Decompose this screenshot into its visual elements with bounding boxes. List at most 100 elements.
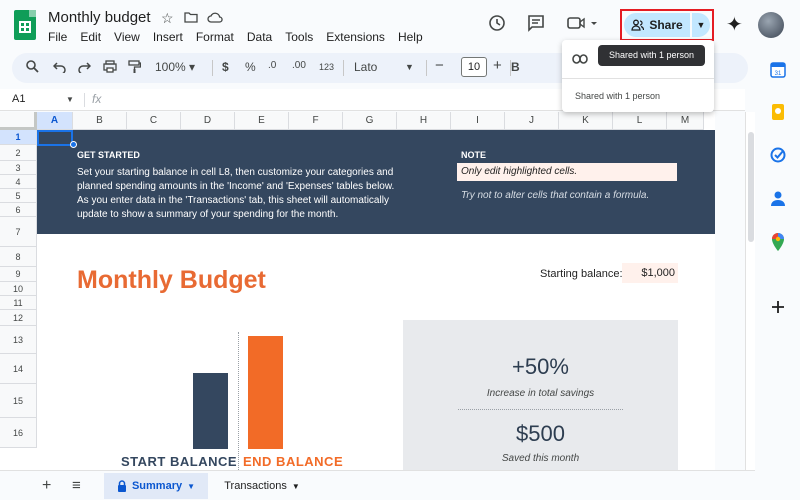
vertical-scrollbar[interactable]	[745, 112, 755, 470]
redo-icon[interactable]	[78, 60, 92, 76]
sheets-logo-icon[interactable]	[14, 10, 36, 40]
menu-data[interactable]: Data	[247, 30, 272, 44]
row-header[interactable]: 10	[0, 282, 37, 296]
avatar[interactable]	[758, 12, 784, 38]
column-header[interactable]: C	[127, 112, 181, 130]
select-all-corner[interactable]	[0, 112, 37, 130]
menu-file[interactable]: File	[48, 30, 67, 44]
menu-extensions[interactable]: Extensions	[326, 30, 385, 44]
calendar-icon[interactable]: 31	[770, 62, 786, 78]
maps-icon[interactable]	[770, 233, 786, 251]
column-header[interactable]: F	[289, 112, 343, 130]
menu-tools[interactable]: Tools	[285, 30, 313, 44]
tab-summary[interactable]: Summary ▼	[104, 473, 208, 499]
tasks-icon[interactable]	[770, 147, 786, 163]
get-started-text-2: As you enter data in the 'Transactions' …	[77, 195, 389, 220]
row-header[interactable]: 16	[0, 418, 37, 448]
row-header[interactable]: 2	[0, 145, 37, 161]
toolbar-divider	[426, 60, 427, 76]
keep-icon[interactable]	[770, 104, 786, 120]
move-folder-icon[interactable]	[184, 10, 198, 26]
column-header[interactable]: I	[451, 112, 505, 130]
increase-font-size-button[interactable]: +	[493, 57, 502, 74]
row-header[interactable]: 9	[0, 267, 37, 282]
selected-cell-outline[interactable]	[37, 130, 73, 146]
menu-help[interactable]: Help	[398, 30, 423, 44]
people-icon	[631, 19, 645, 31]
column-header[interactable]: L	[613, 112, 667, 130]
document-title[interactable]: Monthly budget	[48, 9, 151, 26]
star-icon[interactable]: ☆	[161, 10, 174, 27]
row-header[interactable]: 3	[0, 161, 37, 175]
name-box-caret-icon[interactable]: ▼	[66, 95, 74, 104]
comments-icon[interactable]	[527, 14, 545, 37]
column-header[interactable]: G	[343, 112, 397, 130]
contacts-icon[interactable]	[770, 190, 786, 206]
menu-view[interactable]: View	[114, 30, 140, 44]
row-header[interactable]: 12	[0, 310, 37, 326]
column-header[interactable]: E	[235, 112, 289, 130]
font-select-caret-icon[interactable]: ▼	[405, 62, 414, 72]
scrollbar-thumb[interactable]	[748, 132, 754, 242]
tab-transactions-label: Transactions	[224, 480, 287, 492]
menu-bar: File Edit View Insert Format Data Tools …	[48, 30, 436, 44]
tab-caret-icon[interactable]: ▼	[187, 482, 195, 491]
version-history-icon[interactable]	[488, 14, 506, 37]
fill-handle[interactable]	[70, 141, 77, 148]
add-sheet-icon[interactable]: +	[42, 477, 51, 495]
column-header[interactable]: K	[559, 112, 613, 130]
menu-edit[interactable]: Edit	[80, 30, 101, 44]
share-dropdown-button[interactable]: ▼	[692, 13, 710, 37]
row-header[interactable]: 7	[0, 217, 37, 247]
column-header[interactable]: M	[667, 112, 704, 130]
number-format-button[interactable]: 123	[319, 62, 334, 72]
get-started-text-1: Set your starting balance in cell L8, th…	[77, 167, 395, 192]
saved-amount-label: Saved this month	[501, 453, 580, 464]
paint-format-icon[interactable]	[128, 60, 142, 76]
search-menus-icon[interactable]	[26, 60, 39, 76]
row-header[interactable]: 14	[0, 354, 37, 384]
copy-link-icon[interactable]	[572, 52, 588, 67]
currency-format-button[interactable]: $	[222, 60, 229, 74]
decrease-decimal-button[interactable]: .0	[268, 60, 276, 71]
row-header[interactable]: 11	[0, 296, 37, 310]
zoom-select[interactable]: 100% ▾	[155, 60, 195, 74]
font-size-input[interactable]: 10	[461, 57, 487, 77]
percent-format-button[interactable]: %	[245, 60, 256, 74]
meet-icon[interactable]	[567, 14, 597, 37]
tab-transactions[interactable]: Transactions ▼	[214, 473, 310, 499]
increase-decimal-button[interactable]: .00	[292, 60, 306, 71]
savings-percent: +50%	[512, 354, 569, 379]
row-header[interactable]: 5	[0, 189, 37, 203]
bold-button[interactable]: B	[511, 60, 520, 74]
note-highlighted-cell[interactable]: Only edit highlighted cells.	[457, 163, 677, 181]
decrease-font-size-button[interactable]: −	[435, 57, 444, 74]
column-header[interactable]: D	[181, 112, 235, 130]
row-header[interactable]: 15	[0, 384, 37, 418]
tab-caret-icon[interactable]: ▼	[292, 482, 300, 491]
row-header[interactable]: 13	[0, 326, 37, 354]
undo-icon[interactable]	[52, 60, 66, 76]
share-button[interactable]: Share	[624, 13, 690, 37]
menu-format[interactable]: Format	[196, 30, 234, 44]
row-header[interactable]: 6	[0, 203, 37, 217]
toolbar-divider	[343, 60, 344, 76]
name-box[interactable]: A1	[12, 93, 25, 105]
print-icon[interactable]	[103, 60, 117, 76]
menu-insert[interactable]: Insert	[153, 30, 183, 44]
row-header[interactable]: 1	[0, 130, 37, 145]
end-balance-bar	[248, 336, 283, 449]
column-header[interactable]: A	[37, 112, 73, 130]
column-header[interactable]: J	[505, 112, 559, 130]
gemini-icon[interactable]: ✦	[726, 12, 743, 37]
cloud-status-icon[interactable]	[207, 10, 223, 26]
column-header[interactable]: H	[397, 112, 451, 130]
starting-balance-value[interactable]: $1,000	[622, 263, 678, 283]
row-header[interactable]: 8	[0, 247, 37, 267]
font-select[interactable]: Lato	[354, 60, 377, 74]
row-header[interactable]: 4	[0, 175, 37, 189]
get-addons-icon[interactable]	[770, 300, 786, 316]
spreadsheet-grid[interactable]: ABCDEFGHIJKLM 1 2 3 4 5 6 7 8 9 10 11 12 13 14 15 16 GE…	[0, 112, 715, 470]
column-header[interactable]: B	[73, 112, 127, 130]
all-sheets-icon[interactable]: ≡	[72, 477, 81, 494]
